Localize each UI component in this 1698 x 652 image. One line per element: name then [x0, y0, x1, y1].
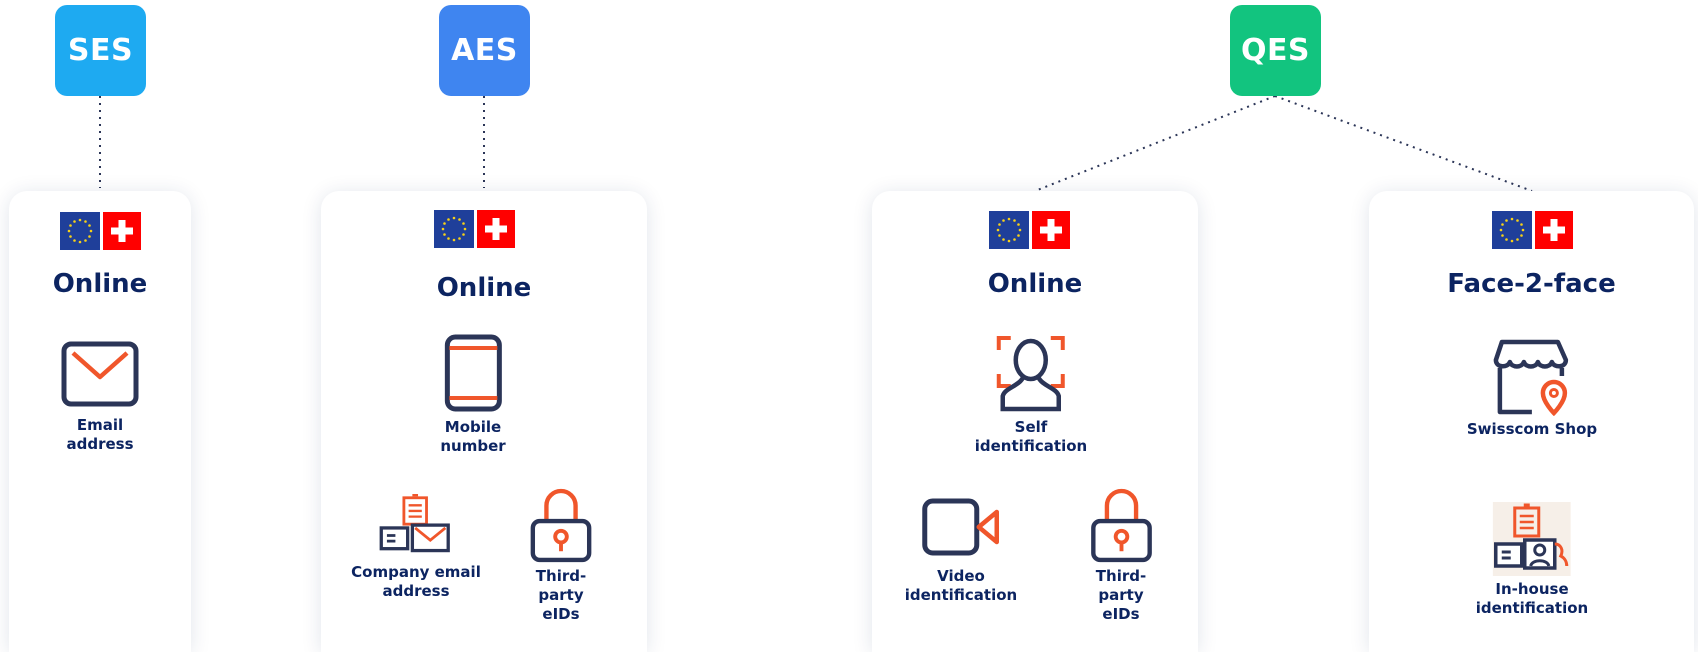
connector-qes-face2face [1274, 95, 1533, 192]
item-mobile-number: Mobile number [440, 334, 506, 456]
ses-badge-label: SES [67, 33, 134, 68]
item-third-party-eids: Third-party eIDs [1083, 486, 1160, 624]
card-title: Online [52, 269, 148, 299]
swiss-flag-icon [1535, 211, 1573, 249]
item-video-identification: Video identification [905, 498, 1017, 605]
item-label: Third-party eIDs [535, 567, 587, 623]
face-scan-icon [996, 336, 1065, 412]
shop-location-icon [1493, 339, 1569, 416]
item-email-address: Email address [61, 341, 139, 454]
card-title: Online [987, 269, 1083, 299]
aes-badge-label: AES [451, 33, 518, 68]
item-third-party-eids: Third-party eIDs [518, 486, 604, 624]
eu-swiss-flags [434, 210, 515, 248]
qes-badge: QES [1230, 5, 1321, 96]
aes-badge: AES [439, 5, 530, 96]
eu-flag-icon [1492, 211, 1532, 249]
item-self-identification: Self identification [975, 334, 1087, 456]
card-title: Face-2-face [1447, 269, 1616, 299]
envelope-icon [61, 341, 139, 407]
card-aes-online: Online Mobile number Company email addre… [321, 191, 647, 652]
eu-swiss-flags [1492, 211, 1573, 249]
eu-swiss-flags [60, 212, 141, 250]
eu-flag-icon [60, 212, 100, 250]
padlock-icon [1087, 486, 1155, 564]
eu-swiss-flags [989, 211, 1070, 249]
swiss-flag-icon [103, 212, 141, 250]
ses-badge: SES [55, 5, 146, 96]
item-label: Third-party eIDs [1095, 567, 1147, 623]
item-swisscom-shop: Swisscom Shop [1467, 338, 1597, 439]
padlock-icon [527, 486, 595, 564]
item-label: In-house identification [1475, 580, 1589, 617]
card-title: Online [436, 273, 532, 303]
video-camera-icon [922, 498, 1000, 556]
connector-qes-online [1034, 95, 1276, 192]
item-label: Self identification [974, 418, 1088, 455]
swiss-flag-icon [1032, 211, 1070, 249]
in-house-id-icon [1492, 502, 1571, 576]
eu-flag-icon [989, 211, 1029, 249]
company-email-icon [378, 494, 454, 560]
item-label: Email address [66, 416, 134, 453]
item-label: Mobile number [440, 418, 506, 455]
item-label: Swisscom Shop [1466, 420, 1598, 438]
item-in-house-identification: In-house identification [1476, 502, 1588, 618]
card-qes-online: Online Self identification Video identif… [872, 191, 1198, 652]
item-label: Video identification [904, 567, 1018, 604]
card-ses-online: Online Email address [9, 191, 191, 652]
item-label: Company email address [351, 563, 481, 600]
mobile-phone-icon [444, 334, 502, 412]
card-qes-face2face: Face-2-face Swisscom Shop In-house ident… [1369, 191, 1694, 652]
item-company-email-address: Company email address [351, 494, 481, 601]
swiss-flag-icon [477, 210, 515, 248]
eu-flag-icon [434, 210, 474, 248]
qes-badge-label: QES [1240, 33, 1311, 68]
